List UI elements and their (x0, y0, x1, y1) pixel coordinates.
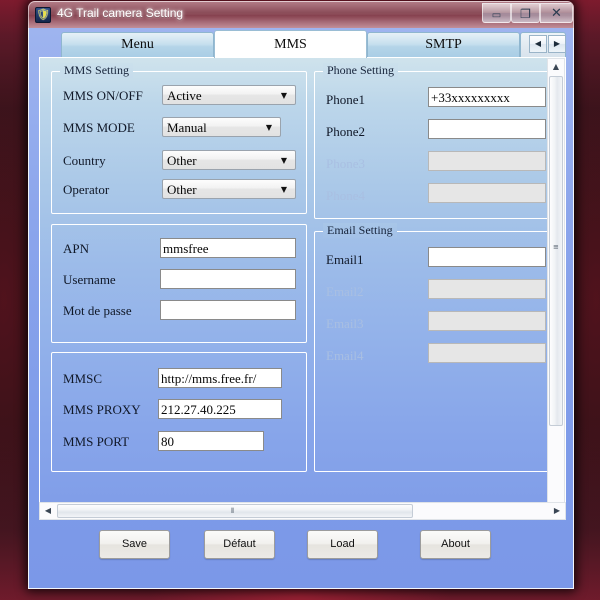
input-email2 (428, 279, 546, 299)
label-operator: Operator (63, 182, 110, 197)
scroll-left-icon[interactable]: ◀ (40, 503, 56, 519)
tab-scroll-right-icon[interactable]: ▶ (548, 35, 566, 53)
combo-country[interactable]: Other ▼ (162, 150, 296, 170)
input-phone4 (428, 183, 546, 203)
tab-strip: Menu MMS SMTP ◀ ▶ (39, 30, 566, 58)
combo-mms-mode-value: Manual (167, 120, 207, 135)
label-phone1: Phone1 (326, 92, 365, 107)
combo-country-value: Other (167, 153, 197, 168)
label-mms-proxy: MMS PROXY (63, 402, 141, 417)
close-icon: ✕ (551, 6, 562, 21)
application-window: 🛡 4G Trail camera Setting ▭ ❐ ✕ Menu MMS… (28, 1, 574, 589)
maximize-button[interactable]: ❐ (511, 3, 540, 23)
label-country: Country (63, 153, 106, 168)
label-email3: Email3 (326, 316, 364, 331)
save-button[interactable]: Save (99, 530, 170, 559)
horizontal-scrollbar-grip: ⦀ (231, 507, 235, 515)
input-email1[interactable] (428, 247, 546, 267)
vertical-scrollbar-track[interactable]: ▲ ≡ ▼ (547, 58, 565, 519)
input-phone1[interactable]: +33xxxxxxxxx (428, 87, 546, 107)
chevron-down-icon: ▼ (265, 123, 273, 132)
label-email1: Email1 (326, 252, 364, 267)
input-mmsc[interactable]: http://mms.free.fr/ (158, 368, 282, 388)
scroll-up-icon[interactable]: ▲ (548, 59, 564, 75)
label-phone2: Phone2 (326, 124, 365, 139)
about-button[interactable]: About (420, 530, 491, 559)
label-phone3: Phone3 (326, 156, 365, 171)
input-email3 (428, 311, 546, 331)
vertical-scrollbar-grip: ≡ (553, 243, 559, 251)
client-area: Menu MMS SMTP ◀ ▶ MMS Setting MMS ON/OFF… (28, 28, 574, 589)
label-phone4: Phone4 (326, 188, 365, 203)
combo-operator-value: Other (167, 182, 197, 197)
defaut-button[interactable]: Défaut (204, 530, 275, 559)
combo-mms-mode[interactable]: Manual ▼ (162, 117, 281, 137)
label-email4: Email4 (326, 348, 364, 363)
tab-smtp[interactable]: SMTP (367, 32, 520, 58)
group-email-setting-legend: Email Setting (323, 223, 397, 238)
window-title: 4G Trail camera Setting (57, 6, 184, 20)
input-mms-proxy[interactable]: 212.27.40.225 (158, 399, 282, 419)
horizontal-scrollbar-thumb[interactable]: ⦀ (57, 504, 413, 518)
tab-page-mms: MMS Setting MMS ON/OFF Active ▼ MMS MODE… (39, 57, 566, 520)
input-password[interactable] (160, 300, 296, 320)
tab-scroll-left-icon[interactable]: ◀ (529, 35, 547, 53)
close-button[interactable]: ✕ (540, 3, 573, 23)
minimize-icon: ▭ (491, 10, 502, 21)
camera-app-icon: 🛡 (35, 7, 51, 23)
load-button[interactable]: Load (307, 530, 378, 559)
label-mmsc: MMSC (63, 371, 103, 386)
label-password: Mot de passe (63, 303, 132, 318)
combo-operator[interactable]: Other ▼ (162, 179, 296, 199)
label-username: Username (63, 272, 116, 287)
vertical-scrollbar-thumb[interactable]: ≡ (549, 76, 563, 426)
label-mms-port: MMS PORT (63, 434, 130, 449)
label-mms-onoff: MMS ON/OFF (63, 88, 143, 103)
minimize-button[interactable]: ▭ (482, 3, 511, 23)
title-bar[interactable]: 🛡 4G Trail camera Setting ▭ ❐ ✕ (28, 1, 574, 28)
combo-mms-onoff[interactable]: Active ▼ (162, 85, 296, 105)
group-mms-setting-legend: MMS Setting (60, 63, 134, 78)
input-username[interactable] (160, 269, 296, 289)
combo-mms-onoff-value: Active (167, 88, 202, 103)
scroll-right-icon[interactable]: ▶ (549, 503, 565, 519)
maximize-icon: ❐ (520, 7, 531, 21)
label-apn: APN (63, 241, 90, 256)
label-email2: Email2 (326, 284, 364, 299)
chevron-down-icon: ▼ (280, 91, 288, 100)
chevron-down-icon: ▼ (280, 156, 288, 165)
camera-app-icon-glyph: 🛡 (36, 8, 50, 21)
chevron-down-icon: ▼ (280, 185, 288, 194)
input-mms-port[interactable]: 80 (158, 431, 264, 451)
tab-menu[interactable]: Menu (61, 32, 214, 58)
horizontal-scrollbar-track[interactable]: ◀ ⦀ ▶ (39, 502, 566, 520)
group-phone-setting-legend: Phone Setting (323, 63, 399, 78)
label-mms-mode: MMS MODE (63, 120, 135, 135)
input-apn[interactable]: mmsfree (160, 238, 296, 258)
input-phone2[interactable] (428, 119, 546, 139)
input-email4 (428, 343, 546, 363)
tab-mms[interactable]: MMS (214, 30, 367, 58)
input-phone3 (428, 151, 546, 171)
